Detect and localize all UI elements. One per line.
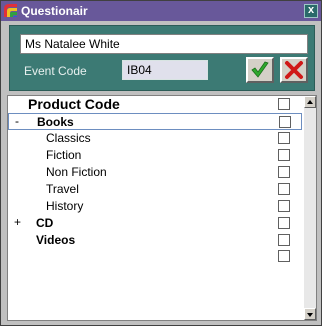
- arrow-down-icon: [307, 313, 313, 317]
- cancel-button[interactable]: [280, 57, 308, 83]
- title-bar[interactable]: Questionair x: [1, 1, 321, 21]
- tree-row-label: Travel: [46, 182, 79, 196]
- header-panel: Ms Natalee White Event Code IB04: [9, 25, 315, 91]
- tree-row-books[interactable]: - Books: [8, 113, 302, 130]
- tree-row-classics[interactable]: Classics: [8, 130, 302, 147]
- tree-header-row: Product Code: [8, 96, 302, 113]
- tree-row-checkbox[interactable]: [278, 234, 290, 246]
- collapse-icon[interactable]: -: [15, 114, 25, 128]
- tree-row-checkbox[interactable]: [278, 217, 290, 229]
- tree-row-checkbox[interactable]: [278, 132, 290, 144]
- expand-icon[interactable]: +: [14, 215, 24, 229]
- tree-row-checkbox[interactable]: [279, 116, 291, 128]
- tree-row-fiction[interactable]: Fiction: [8, 147, 302, 164]
- app-logo-icon: [4, 4, 17, 17]
- event-code-field[interactable]: IB04: [122, 60, 208, 80]
- questionair-window: Questionair x Ms Natalee White Event Cod…: [0, 0, 322, 326]
- vertical-scrollbar[interactable]: [304, 96, 316, 320]
- tree-row-cd[interactable]: + CD: [8, 215, 302, 232]
- name-field[interactable]: Ms Natalee White: [20, 34, 308, 54]
- arrow-up-icon: [307, 100, 313, 104]
- event-code-label: Event Code: [24, 64, 87, 78]
- tree-row-travel[interactable]: Travel: [8, 181, 302, 198]
- tree-row-label: Books: [37, 115, 74, 129]
- tree-row-checkbox[interactable]: [278, 183, 290, 195]
- tree-row-label: Fiction: [46, 148, 82, 162]
- window-title: Questionair: [21, 4, 88, 18]
- tree-row-label: History: [46, 199, 84, 213]
- scroll-up-button[interactable]: [304, 96, 316, 108]
- ok-button[interactable]: [246, 57, 274, 83]
- tree-row-checkbox[interactable]: [278, 250, 290, 262]
- tree-row-history[interactable]: History: [8, 198, 302, 215]
- tree-row-checkbox[interactable]: [278, 200, 290, 212]
- tree-row-checkbox[interactable]: [278, 149, 290, 161]
- header-checkbox[interactable]: [278, 98, 290, 110]
- tree-row-label: Videos: [36, 233, 76, 247]
- tree-row-non-fiction[interactable]: Non Fiction: [8, 164, 302, 181]
- tree-row-label: CD: [36, 216, 54, 230]
- tree-row-checkbox[interactable]: [278, 166, 290, 178]
- tree-row-videos[interactable]: Videos: [8, 232, 302, 249]
- tree-row-empty: [8, 248, 302, 265]
- tree-header-label: Product Code: [28, 96, 120, 112]
- scroll-down-button[interactable]: [304, 308, 316, 320]
- green-check-icon: [251, 61, 269, 78]
- tree-row-label: Classics: [46, 131, 91, 145]
- close-button[interactable]: x: [304, 4, 318, 18]
- product-code-tree[interactable]: Product Code - Books Classics Fiction Non Fi…: [7, 95, 317, 321]
- red-x-icon: [285, 61, 303, 79]
- tree-row-label: Non Fiction: [46, 165, 107, 179]
